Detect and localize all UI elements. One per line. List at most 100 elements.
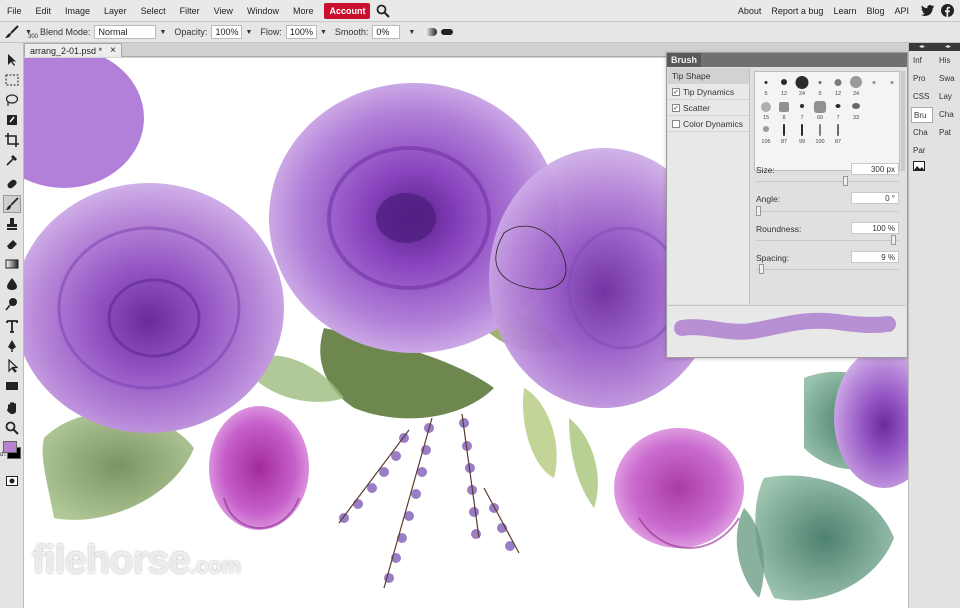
collapse-toggle-icon[interactable]: ◂▸	[909, 43, 935, 51]
presets-scrollbar[interactable]	[901, 71, 905, 171]
brush-preset[interactable]: 87	[830, 123, 846, 145]
section-scatter[interactable]: ✓ Scatter	[668, 100, 749, 116]
panel-tab-layers[interactable]: Lay	[937, 89, 959, 105]
spacing-slider-track[interactable]	[756, 269, 899, 270]
panel-tab-character[interactable]: Cha	[911, 125, 933, 141]
shape-tool-icon[interactable]	[3, 377, 21, 395]
brush-tool-active-icon[interactable]	[3, 195, 21, 213]
gradient-tool-icon[interactable]	[3, 255, 21, 273]
menu-more[interactable]: More	[286, 0, 321, 22]
roundness-input[interactable]: 100 %	[851, 222, 899, 234]
brush-preset[interactable]: 8	[776, 99, 792, 121]
menu-view[interactable]: View	[207, 0, 240, 22]
panel-tab-paragraph[interactable]: Par	[911, 143, 933, 159]
brush-preset[interactable]: 99	[794, 123, 810, 145]
collapse-toggle-icon[interactable]: ◂▸	[935, 43, 960, 51]
panel-tab-css[interactable]: CSS	[911, 89, 933, 105]
smooth-chevron-icon[interactable]: ▼	[408, 29, 415, 36]
zoom-tool-icon[interactable]	[3, 419, 21, 437]
panel-tab-properties[interactable]: Pro	[911, 71, 933, 87]
menu-select[interactable]: Select	[134, 0, 173, 22]
quick-select-tool-icon[interactable]	[3, 111, 21, 129]
section-tip-dynamics[interactable]: ✓ Tip Dynamics	[668, 84, 749, 100]
size-input[interactable]: 300 px	[851, 163, 899, 175]
brush-preset[interactable]: 24	[794, 75, 810, 97]
link-api[interactable]: API	[889, 0, 914, 22]
angle-slider-track[interactable]	[756, 211, 899, 212]
brush-preset[interactable]: 105	[758, 123, 774, 145]
brush-preset[interactable]: 24	[848, 75, 864, 97]
brush-preset[interactable]	[866, 75, 882, 97]
smooth-input[interactable]: 0%	[372, 25, 401, 39]
clone-stamp-tool-icon[interactable]	[3, 215, 21, 233]
facebook-icon[interactable]	[940, 4, 954, 18]
pressure-toggle-icon[interactable]	[425, 28, 438, 36]
menu-edit[interactable]: Edit	[29, 0, 59, 22]
lasso-tool-icon[interactable]	[3, 91, 21, 109]
section-color-dynamics[interactable]: Color Dynamics	[668, 116, 749, 132]
link-about[interactable]: About	[733, 0, 767, 22]
eraser-tool-icon[interactable]	[3, 235, 21, 253]
pressure-size-icon[interactable]	[441, 29, 454, 35]
menu-window[interactable]: Window	[240, 0, 286, 22]
move-tool-icon[interactable]	[3, 51, 21, 69]
panel-tab-brush[interactable]: Bru	[911, 107, 933, 123]
panel-tab-paths[interactable]: Pat	[937, 125, 959, 141]
close-icon[interactable]: ×	[110, 45, 116, 56]
search-icon[interactable]	[376, 4, 391, 18]
panel-tab-history[interactable]: His	[937, 53, 959, 69]
size-slider-thumb[interactable]	[843, 176, 848, 186]
angle-slider-thumb[interactable]	[756, 206, 761, 216]
brush-preset[interactable]: 87	[776, 123, 792, 145]
brush-preset[interactable]: 5	[758, 75, 774, 97]
foreground-color-swatch[interactable]	[3, 441, 17, 453]
brush-preset[interactable]: 60	[812, 99, 828, 121]
pen-tool-icon[interactable]	[3, 337, 21, 355]
account-button[interactable]: Account	[324, 2, 371, 19]
brush-tool-icon[interactable]	[4, 24, 22, 40]
hand-tool-icon[interactable]	[3, 399, 21, 417]
spacing-slider-thumb[interactable]	[759, 264, 764, 274]
crop-tool-icon[interactable]	[3, 131, 21, 149]
path-select-tool-icon[interactable]	[3, 357, 21, 375]
healing-tool-icon[interactable]	[3, 175, 21, 193]
marquee-tool-icon[interactable]	[3, 71, 21, 89]
section-tip-shape[interactable]: Tip Shape	[668, 68, 749, 84]
opacity-input[interactable]: 100%	[211, 25, 243, 39]
brush-preset[interactable]: 100	[812, 123, 828, 145]
brush-preset[interactable]: 12	[830, 75, 846, 97]
angle-input[interactable]: 0 °	[851, 192, 899, 204]
color-dynamics-checkbox[interactable]	[672, 119, 680, 128]
roundness-slider-track[interactable]	[756, 240, 899, 241]
blur-tool-icon[interactable]	[3, 275, 21, 293]
brush-preset[interactable]: 7	[830, 99, 846, 121]
brush-panel-title[interactable]: Brush	[667, 53, 702, 67]
brush-preset[interactable]: 5	[812, 75, 828, 97]
spacing-input[interactable]: 9 %	[851, 251, 899, 263]
scatter-checkbox[interactable]: ✓	[672, 103, 680, 112]
brush-preset[interactable]: 15	[758, 99, 774, 121]
link-learn[interactable]: Learn	[828, 0, 861, 22]
document-tab[interactable]: arrang_2-01.psd * ×	[24, 43, 122, 57]
brush-preset[interactable]: 7	[794, 99, 810, 121]
menu-filter[interactable]: Filter	[173, 0, 207, 22]
roundness-slider-thumb[interactable]	[891, 235, 896, 245]
panel-tab-channels[interactable]: Cha	[937, 107, 959, 123]
brush-preset[interactable]: 12	[776, 75, 792, 97]
size-slider-track[interactable]	[756, 181, 899, 182]
opacity-chevron-icon[interactable]: ▼	[245, 29, 252, 36]
tip-dynamics-checkbox[interactable]: ✓	[672, 87, 680, 96]
quick-mask-icon[interactable]	[3, 475, 21, 487]
brush-preset[interactable]: 33	[848, 99, 864, 121]
brush-preset[interactable]	[884, 75, 900, 97]
type-tool-icon[interactable]	[3, 317, 21, 335]
dodge-tool-icon[interactable]	[3, 295, 21, 313]
link-blog[interactable]: Blog	[861, 0, 889, 22]
panel-tab-info[interactable]: Inf	[911, 53, 933, 69]
twitter-icon[interactable]	[920, 4, 934, 18]
panel-tab-swatches[interactable]: Swa	[937, 71, 959, 87]
flow-input[interactable]: 100%	[285, 25, 317, 39]
blend-mode-select[interactable]: Normal	[94, 25, 157, 39]
image-icon[interactable]	[911, 161, 933, 177]
menu-file[interactable]: File	[0, 0, 29, 22]
